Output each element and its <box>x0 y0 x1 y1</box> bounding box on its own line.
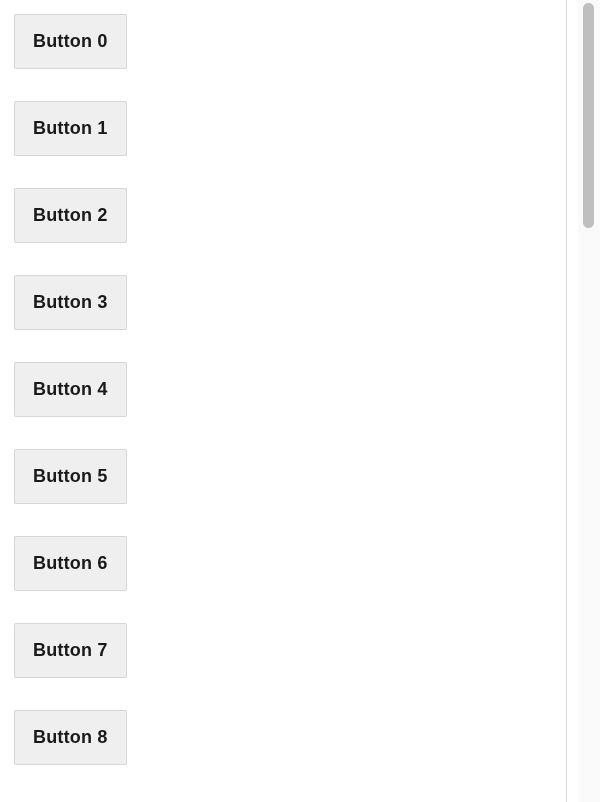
button-row: Button 8 <box>14 710 552 765</box>
button-8[interactable]: Button 8 <box>14 710 127 765</box>
button-4[interactable]: Button 4 <box>14 362 127 417</box>
content-area: Button 0 Button 1 Button 2 Button 3 Butt… <box>0 0 567 802</box>
button-row: Button 1 <box>14 101 552 156</box>
button-3[interactable]: Button 3 <box>14 275 127 330</box>
button-row: Button 0 <box>14 14 552 69</box>
button-0[interactable]: Button 0 <box>14 14 127 69</box>
button-2[interactable]: Button 2 <box>14 188 127 243</box>
button-row: Button 2 <box>14 188 552 243</box>
button-row: Button 4 <box>14 362 552 417</box>
button-row: Button 7 <box>14 623 552 678</box>
scrollbar-thumb[interactable] <box>583 3 594 228</box>
button-5[interactable]: Button 5 <box>14 449 127 504</box>
scrollbar-track[interactable] <box>578 0 600 802</box>
button-row: Button 6 <box>14 536 552 591</box>
button-7[interactable]: Button 7 <box>14 623 127 678</box>
button-row: Button 3 <box>14 275 552 330</box>
button-6[interactable]: Button 6 <box>14 536 127 591</box>
button-row: Button 5 <box>14 449 552 504</box>
button-1[interactable]: Button 1 <box>14 101 127 156</box>
